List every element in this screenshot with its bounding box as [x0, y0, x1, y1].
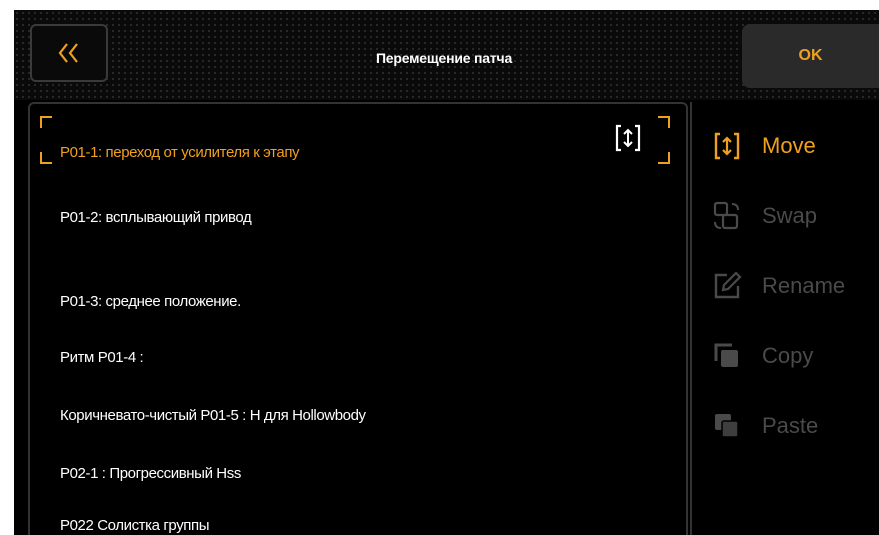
- rename-button[interactable]: Rename: [710, 268, 845, 304]
- patch-item[interactable]: Коричневато-чистый P01-5 : H для Hollowb…: [60, 407, 366, 424]
- patch-item[interactable]: Ритм P01-4 :: [60, 349, 144, 366]
- patch-list: P01-1: переход от усилителя к этапу P01-…: [28, 102, 688, 535]
- selection-corner-top-left: [40, 116, 52, 128]
- paste-button[interactable]: Paste: [710, 408, 818, 444]
- copy-button[interactable]: Copy: [710, 338, 813, 374]
- ok-button[interactable]: OK: [742, 24, 879, 88]
- paste-label: Paste: [762, 413, 819, 438]
- header-bar: Перемещение патча OK: [14, 10, 879, 100]
- move-label: Move: [762, 133, 816, 158]
- back-button[interactable]: [30, 24, 108, 82]
- copy-icon: [710, 339, 744, 373]
- action-menu: Move Swap Rename Copy Paste: [690, 102, 879, 535]
- selection-corner-bottom-right: [658, 152, 670, 164]
- swap-label: Swap: [762, 203, 818, 228]
- selection-corner-bottom-left: [40, 152, 52, 164]
- copy-label: Copy: [762, 343, 814, 368]
- move-indicator-icon: [615, 124, 641, 152]
- patch-move-screen: Перемещение патча OK P01-1: переход от у…: [14, 10, 879, 535]
- double-chevron-left-icon: [58, 43, 78, 63]
- selection-corner-top-right: [658, 116, 670, 128]
- swap-button[interactable]: Swap: [710, 198, 817, 234]
- patch-item[interactable]: P01-2: всплывающий привод: [60, 209, 252, 226]
- patch-item[interactable]: P01-3: среднее положение.: [60, 293, 241, 310]
- move-icon: [710, 129, 744, 163]
- swap-icon: [710, 199, 744, 233]
- move-button[interactable]: Move: [710, 128, 816, 164]
- patch-item[interactable]: P022 Солистка группы: [60, 517, 210, 534]
- rename-label: Rename: [762, 273, 846, 298]
- page-title: Перемещение патча: [375, 50, 513, 66]
- rename-icon: [710, 269, 744, 303]
- paste-icon: [710, 409, 744, 443]
- patch-item[interactable]: P02-1 : Прогрессивный Hss: [60, 465, 241, 482]
- patch-item-selected[interactable]: P01-1: переход от усилителя к этапу: [60, 144, 300, 161]
